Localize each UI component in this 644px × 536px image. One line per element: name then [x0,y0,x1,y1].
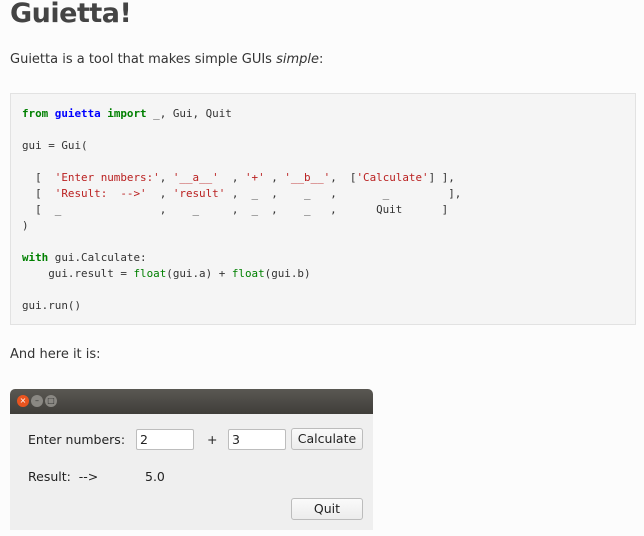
a-input[interactable]: 2 [136,429,194,450]
code-token: , [146,187,173,200]
page-title: Guietta! [10,0,132,29]
intro-emphasis: simple [276,52,320,67]
code-token: , _ , _ , _ ], [225,187,462,200]
code-block: from guietta import _, Gui, Quit gui = Gu… [10,93,636,325]
code-token: '__a__' [172,171,219,184]
code-token: float [231,267,265,280]
code-token: ) [22,219,29,232]
code-token: , [264,171,285,184]
code-token: (gui.b) [264,267,311,280]
code-token: from [22,107,49,120]
gui-window-screenshot: × – □ Enter numbers: 2 + 3 Calculate Res… [10,389,373,530]
code-token: , [ [330,171,357,184]
code-line: [ _ , _ , _ , _ , Quit ] [22,202,461,218]
code-token: '+' [244,171,265,184]
code-line: gui.result = float(gui.a) + float(gui.b) [22,266,461,282]
code-token: 'Calculate' [356,171,429,184]
maximize-icon[interactable]: □ [45,395,57,407]
intro-paragraph: Guietta is a tool that makes simple GUIs… [10,52,323,67]
code-line: with gui.Calculate: [22,250,461,266]
code-token: ] ], [428,171,455,184]
window-titlebar: × – □ [10,389,373,414]
enter-numbers-label: Enter numbers: [28,432,126,447]
code-token: with [22,251,49,264]
b-input[interactable]: 3 [228,429,286,450]
code-token: gui.result = [22,267,134,280]
code-token: guietta [54,107,101,120]
code-token: 'Enter numbers:' [54,171,160,184]
code-token: import [107,107,147,120]
code-token: , [218,171,245,184]
here-paragraph: And here it is: [10,347,101,362]
code-token: _, Gui, Quit [146,107,232,120]
code-line: [ 'Enter numbers:', '__a__' , '+' , '__b… [22,170,461,186]
code-token: [ [22,171,55,184]
code-token: [ _ , _ , _ , _ , Quit ] [22,203,449,216]
code-token: gui = Gui( [22,139,88,152]
result-label: Result: --> [28,469,99,484]
code-token: float [133,267,167,280]
code-token: gui.Calculate: [48,251,147,264]
calculate-button[interactable]: Calculate [291,428,363,450]
result-value: 5.0 [145,469,165,484]
code-token: (gui.a) + [166,267,232,280]
intro-colon: : [319,52,324,67]
plus-label: + [207,432,218,447]
code-token: 'result' [172,187,226,200]
quit-button[interactable]: Quit [291,498,363,520]
code-line: gui = Gui( [22,138,461,154]
code-listing: from guietta import _, Gui, Quit gui = Gu… [22,106,461,314]
code-line: ) [22,218,461,234]
close-icon[interactable]: × [17,395,29,407]
minimize-icon[interactable]: – [31,395,43,407]
code-line: gui.run() [22,298,461,314]
code-line: from guietta import _, Gui, Quit [22,106,461,122]
code-token: [ [22,187,55,200]
code-token: gui.run() [22,299,82,312]
intro-text: Guietta is a tool that makes simple GUIs [10,52,277,67]
code-token: '__b__' [284,171,331,184]
code-token: 'Result: -->' [54,187,147,200]
code-token: , [159,171,173,184]
code-line: [ 'Result: -->' , 'result' , _ , _ , _ ]… [22,186,461,202]
